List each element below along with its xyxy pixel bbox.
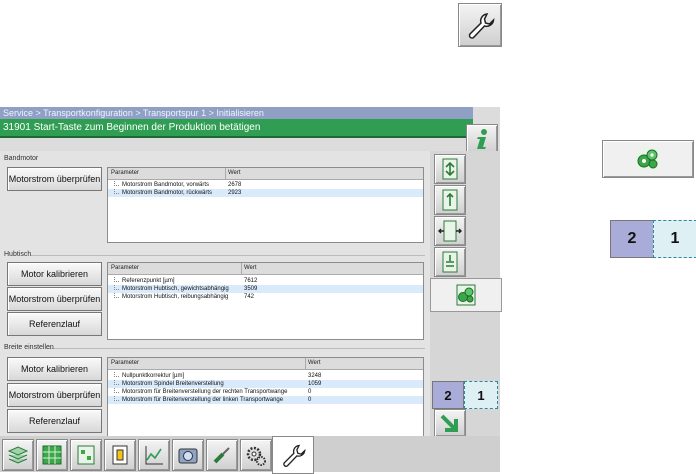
gears-icon bbox=[456, 284, 476, 306]
gear-icon bbox=[246, 446, 266, 466]
lift-table-button[interactable] bbox=[434, 185, 466, 215]
conveyor-button[interactable] bbox=[434, 247, 466, 277]
divider bbox=[46, 348, 425, 349]
section-label-hubtisch: Hubtisch bbox=[4, 251, 32, 258]
table-header: Parameter Wert bbox=[108, 263, 423, 275]
lane1-toggle[interactable]: 1 bbox=[464, 381, 498, 409]
breadcrumb: Service > Transportkonfiguration > Trans… bbox=[0, 107, 473, 119]
initialize-gears-button[interactable] bbox=[430, 278, 502, 312]
table-row[interactable]: Referenzpunkt [µm] 7612 bbox=[108, 277, 423, 285]
lane2-toggle-floating[interactable]: 2 bbox=[610, 220, 654, 258]
tools-button[interactable] bbox=[206, 439, 238, 471]
gears-icon bbox=[637, 148, 659, 170]
table-row[interactable]: Motorstrom Hubtisch, gewichtsabhängig 35… bbox=[108, 285, 423, 293]
table-row[interactable]: Motorstrom für Breitenverstellung der re… bbox=[108, 388, 423, 396]
gauge-icon bbox=[442, 158, 458, 180]
table-row[interactable]: Motorstrom Hubtisch, reibungsabhängig 74… bbox=[108, 293, 423, 301]
table-header: Parameter Wert bbox=[108, 358, 423, 370]
service-screen: Service > Transportkonfiguration > Trans… bbox=[0, 107, 502, 474]
bandmotor-table: Parameter Wert Motorstrom Bandmotor, vor… bbox=[107, 167, 424, 243]
table-row[interactable]: Motorstrom Spindel Breitenverstellung 10… bbox=[108, 380, 423, 388]
document-icon bbox=[112, 445, 128, 465]
info-button[interactable] bbox=[466, 124, 498, 154]
breite-table: Parameter Wert Nullpunktkorrektur [µm] 3… bbox=[107, 357, 424, 437]
breite-calibrate-button[interactable]: Motor kalibrieren bbox=[7, 357, 102, 381]
content-area: Bandmotor Motorstrom überprüfen Paramete… bbox=[0, 151, 430, 437]
board-button[interactable] bbox=[70, 439, 102, 471]
arrow-icon bbox=[440, 414, 458, 432]
table-row[interactable]: Motorstrom Bandmotor, vorwärts 2678 bbox=[108, 181, 423, 189]
document-button[interactable] bbox=[104, 439, 136, 471]
camera-icon bbox=[178, 448, 198, 464]
divider bbox=[30, 255, 425, 256]
grid-icon bbox=[42, 445, 62, 465]
breite-reference-run-button[interactable]: Referenzlauf bbox=[7, 409, 102, 433]
status-message: 31901 Start-Taste zum Beginnen der Produ… bbox=[0, 119, 473, 138]
right-toolbar: 2 1 bbox=[430, 151, 502, 437]
screwdriver-icon bbox=[213, 447, 230, 464]
lane1-toggle-floating[interactable]: 1 bbox=[653, 220, 696, 258]
service-tab-button[interactable] bbox=[272, 436, 314, 474]
bottom-toolbar bbox=[0, 436, 500, 474]
hubtisch-calibrate-button[interactable]: Motor kalibrieren bbox=[7, 262, 102, 286]
width-adjust-button[interactable] bbox=[434, 216, 466, 246]
settings-button[interactable] bbox=[240, 439, 272, 471]
next-button[interactable] bbox=[434, 409, 466, 437]
conveyor-icon bbox=[442, 251, 458, 273]
table-header: Parameter Wert bbox=[108, 168, 423, 180]
lane1-label: 1 bbox=[670, 230, 680, 247]
table-row[interactable]: Motorstrom für Breitenverstellung der li… bbox=[108, 396, 423, 404]
table-row[interactable]: Nullpunktkorrektur [µm] 3248 bbox=[108, 372, 423, 380]
breite-check-current-button[interactable]: Motorstrom überprüfen bbox=[7, 383, 102, 407]
service-wrench-button[interactable] bbox=[458, 3, 502, 47]
wrench-icon bbox=[283, 444, 306, 467]
board-icon bbox=[77, 445, 95, 465]
table-row[interactable]: Motorstrom Bandmotor, rückwärts 2923 bbox=[108, 189, 423, 197]
hubtisch-table: Parameter Wert Referenzpunkt [µm] 7612 M… bbox=[107, 262, 424, 340]
section-label-bandmotor: Bandmotor bbox=[4, 155, 39, 162]
chart-icon bbox=[145, 446, 163, 465]
lane2-label: 2 bbox=[627, 230, 637, 247]
lift-icon bbox=[442, 189, 458, 211]
statistics-button[interactable] bbox=[138, 439, 170, 471]
hubtisch-check-current-button[interactable]: Motorstrom überprüfen bbox=[7, 287, 102, 311]
calibration-button[interactable] bbox=[434, 154, 466, 184]
wrench-icon bbox=[468, 13, 495, 39]
hubtisch-reference-run-button[interactable]: Referenzlauf bbox=[7, 312, 102, 336]
magazine-button[interactable] bbox=[36, 439, 68, 471]
stack-icon bbox=[7, 446, 29, 464]
production-button[interactable] bbox=[2, 439, 34, 471]
info-icon bbox=[477, 129, 487, 149]
gears-button-floating[interactable] bbox=[602, 140, 694, 178]
lane2-toggle[interactable]: 2 bbox=[432, 381, 464, 409]
camera-button[interactable] bbox=[172, 439, 204, 471]
width-adjust-icon bbox=[438, 220, 462, 242]
bandmotor-check-current-button[interactable]: Motorstrom überprüfen bbox=[7, 167, 102, 191]
section-label-breite: Breite einstellen bbox=[4, 344, 54, 351]
